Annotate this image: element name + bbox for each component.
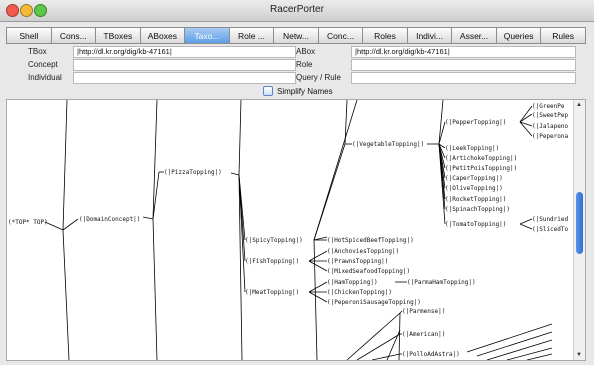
scroll-down-arrow-icon[interactable]: ▼: [576, 352, 582, 358]
node-sweet-pepper[interactable]: (|SweetPep: [532, 112, 569, 119]
concept-field[interactable]: [73, 59, 296, 71]
node-fish-topping[interactable]: (|FishTopping|): [245, 258, 299, 265]
tab-assertions[interactable]: Asser...: [451, 27, 496, 44]
node-green-pepper[interactable]: (|GreenPe: [532, 103, 565, 110]
node-pollo-ad-astra[interactable]: (|PolloAdAstra|): [402, 351, 460, 358]
node-american[interactable]: (|American|): [402, 331, 445, 338]
tab-queries[interactable]: Queries: [495, 27, 541, 44]
tab-tboxes[interactable]: TBoxes: [95, 27, 140, 44]
tbox-field[interactable]: |http://dl.kr.org/dig/kb-47161|: [73, 46, 296, 58]
title-bar: RacerPorter: [0, 0, 594, 22]
node-sliced-tomato[interactable]: (|SlicedTo: [532, 226, 569, 233]
node-hot-spiced-beef[interactable]: (|HotSpicedBeefTopping|): [327, 237, 414, 244]
node-petitpois-topping[interactable]: (|PetitPoisTopping|): [445, 165, 517, 172]
node-prawns-topping[interactable]: (|PrawnsTopping|): [327, 258, 388, 265]
tab-concepts[interactable]: Cons...: [50, 27, 96, 44]
node-sundried-tomato[interactable]: (|Sundried: [532, 216, 569, 223]
node-rocket-topping[interactable]: (|RocketTopping|): [445, 196, 506, 203]
node-peperonata[interactable]: (|Peperona: [532, 133, 569, 140]
node-pizza-topping[interactable]: (|PizzaTopping|): [164, 169, 222, 176]
role-field[interactable]: [351, 59, 576, 71]
node-vegetable-topping[interactable]: (|VegetableTopping|): [352, 141, 424, 148]
concept-label: Concept: [28, 60, 58, 69]
window-title: RacerPorter: [270, 4, 324, 15]
tab-rules[interactable]: Rules: [540, 27, 586, 44]
taxonomy-graph: (*TOP* TOP) (|DomainConcept|) (|PizzaTop…: [8, 100, 569, 360]
simplify-names-label: Simplify Names: [277, 86, 333, 96]
tbox-label: TBox: [28, 47, 47, 56]
abox-label: ABox: [296, 47, 316, 56]
simplify-names-toggle[interactable]: Simplify Names: [263, 86, 333, 96]
node-ham-topping[interactable]: (|HamTopping|): [327, 279, 378, 286]
tab-bar: Shell Cons... TBoxes ABoxes Taxo... Role…: [6, 27, 586, 44]
tab-role-hierarchy[interactable]: Role ...: [228, 27, 274, 44]
tab-network[interactable]: Netw...: [273, 27, 318, 44]
node-chicken-topping[interactable]: (|ChickenTopping|): [327, 289, 392, 296]
scroll-up-arrow-icon[interactable]: ▲: [576, 102, 582, 108]
node-tomato-topping[interactable]: (|TomatoTopping|): [445, 221, 506, 228]
node-artichoke-topping[interactable]: (|ArtichokeTopping|): [445, 155, 517, 162]
individual-label: Individual: [28, 73, 62, 82]
node-jalapeno[interactable]: (|Jalapeno: [532, 123, 569, 130]
tab-concept-list[interactable]: Conc...: [317, 27, 363, 44]
query-rule-field[interactable]: [351, 72, 576, 84]
node-olive-topping[interactable]: (|OliveTopping|): [445, 185, 503, 192]
individual-field[interactable]: [73, 72, 296, 84]
simplify-names-checkbox[interactable]: [263, 86, 273, 96]
node-top[interactable]: (*TOP* TOP): [8, 219, 48, 226]
node-spicy-topping[interactable]: (|SpicyTopping|): [245, 237, 303, 244]
scrollbar-thumb[interactable]: [576, 192, 583, 254]
node-anchovies-topping[interactable]: (|AnchoviesTopping|): [327, 248, 399, 255]
query-rule-label: Query / Rule: [296, 73, 341, 82]
tab-taxonomy[interactable]: Taxo...: [184, 27, 229, 44]
node-parma-ham-topping[interactable]: (|ParmaHamTopping|): [407, 279, 476, 286]
node-parmense[interactable]: (|Parmense|): [402, 308, 445, 315]
node-peperoni-sausage-topping[interactable]: (|PeperoniSausageTopping|): [327, 299, 421, 306]
node-leek-topping[interactable]: (|LeekTopping|): [445, 145, 499, 152]
vertical-scrollbar[interactable]: ▲ ▼: [573, 100, 585, 360]
tab-roles[interactable]: Roles: [362, 27, 407, 44]
tab-individuals[interactable]: Indivi...: [406, 27, 452, 44]
node-meat-topping[interactable]: (|MeatTopping|): [245, 289, 299, 296]
node-pepper-topping[interactable]: (|PepperTopping|): [445, 119, 506, 126]
role-label: Role: [296, 60, 313, 69]
tab-aboxes[interactable]: ABoxes: [139, 27, 185, 44]
node-mixed-seafood-topping[interactable]: (|MixedSeafoodTopping|): [327, 268, 410, 275]
taxonomy-graph-canvas[interactable]: (*TOP* TOP) (|DomainConcept|) (|PizzaTop…: [6, 99, 586, 361]
node-spinach-topping[interactable]: (|SpinachTopping|): [445, 206, 510, 213]
tab-shell[interactable]: Shell: [6, 27, 51, 44]
node-caper-topping[interactable]: (|CaperTopping|): [445, 175, 503, 182]
abox-field[interactable]: |http://dl.kr.org/dig/kb-47161|: [351, 46, 576, 58]
node-domain-concept[interactable]: (|DomainConcept|): [79, 216, 140, 223]
